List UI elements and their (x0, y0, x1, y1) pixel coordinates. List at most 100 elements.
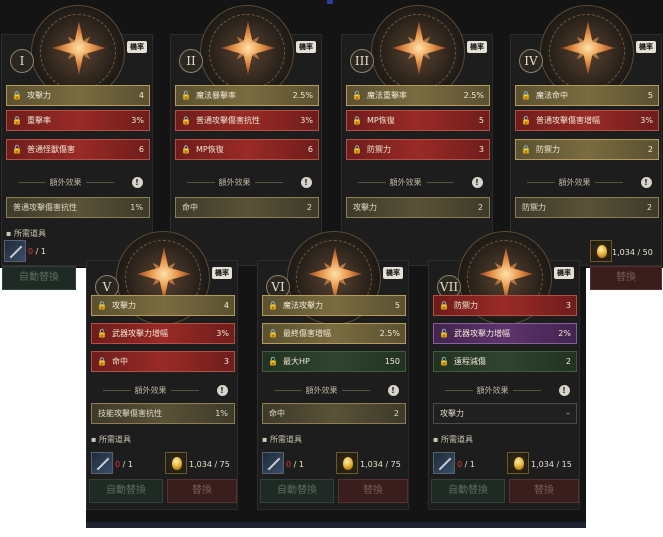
extra-effect-value: 1% (130, 203, 143, 212)
stat-row[interactable]: 🔓 魔法暴擊率 2.5% (175, 85, 319, 106)
lock-icon[interactable]: 🔒 (521, 145, 531, 154)
stat-value: 2.5% (463, 91, 484, 100)
dagger-icon (267, 457, 281, 471)
stat-value: 2 (565, 357, 571, 366)
exclamation-icon[interactable]: ! (387, 385, 399, 396)
unlock-icon[interactable]: 🔓 (268, 357, 278, 366)
lock-icon[interactable]: 🔒 (181, 116, 191, 125)
lock-icon[interactable]: 🔒 (352, 116, 362, 125)
exclamation-icon[interactable]: ! (558, 385, 570, 396)
stat-row[interactable]: 🔒 普通攻擊傷害抗性 3% (175, 110, 319, 131)
lock-icon[interactable]: 🔒 (439, 301, 449, 310)
replace-button[interactable]: 替換 (590, 266, 662, 290)
material-item-slot[interactable] (433, 452, 455, 474)
extra-effect-value: 2 (306, 203, 312, 212)
unlock-icon[interactable]: 🔓 (12, 145, 22, 154)
dagger-icon (9, 245, 23, 259)
stat-name: 最大HP (283, 357, 310, 366)
auto-replace-button[interactable]: 自動替換 (431, 479, 505, 503)
extra-effect-header: 額外效果! (2, 177, 154, 188)
gold-coin-slot[interactable] (507, 452, 529, 474)
probability-badge[interactable]: 機率 (212, 267, 232, 279)
stat-row[interactable]: 🔒 魔法命中 5 (515, 85, 659, 106)
required-items-text: 所需道具 (98, 435, 131, 444)
stat-value: 3% (216, 329, 229, 338)
stat-row[interactable]: 🔒 最終傷害增幅 2.5% (262, 323, 406, 344)
material-item-slot[interactable] (4, 240, 26, 262)
unlock-icon[interactable]: 🔓 (352, 91, 362, 100)
required-items-label: ▪ 所需道具 (6, 229, 46, 238)
stat-name: 最終傷害增幅 (283, 329, 331, 338)
unlock-icon[interactable]: 🔓 (181, 91, 191, 100)
stat-row[interactable]: 🔒 防禦力 3 (433, 295, 577, 316)
stat-row[interactable]: 🔒 魔法攻擊力 5 (262, 295, 406, 316)
exclamation-icon[interactable]: ! (300, 177, 312, 188)
unlock-icon[interactable]: 🔓 (521, 116, 531, 125)
stat-row[interactable]: 🔒 重擊率 3% (6, 110, 150, 131)
stat-row[interactable]: 🔒 攻擊力 4 (6, 85, 150, 106)
required-items-text: 所需道具 (269, 435, 302, 444)
exclamation-icon[interactable]: ! (216, 385, 228, 396)
extra-effect-header: 額外效果! (342, 177, 494, 188)
stat-row[interactable]: 🔓 普通怪獸傷害 6 (6, 139, 150, 160)
stat-row[interactable]: 🔓 普通攻擊傷害增幅 3% (515, 110, 659, 131)
gold-coin-slot[interactable] (336, 452, 358, 474)
exclamation-icon[interactable]: ! (640, 177, 652, 188)
replace-button[interactable]: 替換 (167, 479, 237, 503)
unlock-icon[interactable]: 🔓 (97, 329, 107, 338)
probability-badge[interactable]: 機率 (636, 41, 656, 53)
unlock-icon[interactable]: 🔓 (439, 357, 449, 366)
stat-row[interactable]: 🔒 防禦力 3 (346, 139, 490, 160)
extra-effect-row: 普通攻擊傷害抗性 1% (6, 197, 150, 218)
lock-icon[interactable]: 🔒 (12, 91, 22, 100)
stat-row[interactable]: 🔒 MP恢復 5 (346, 110, 490, 131)
extra-effect-title: 額外效果 (49, 178, 82, 187)
gold-coin-slot[interactable] (590, 240, 612, 262)
probability-badge[interactable]: 機率 (554, 267, 574, 279)
auto-replace-button[interactable]: 自動替換 (2, 266, 76, 290)
stat-row[interactable]: 🔓 遠程減傷 2 (433, 351, 577, 372)
stat-row[interactable]: 🔓 武器攻擊力增幅 2% (433, 323, 577, 344)
stat-name: 命中 (112, 357, 128, 366)
stat-row[interactable]: 🔓 武器攻擊力增幅 3% (91, 323, 235, 344)
extra-effect-value: 2 (646, 203, 652, 212)
probability-badge[interactable]: 機率 (467, 41, 487, 53)
stat-value: 4 (138, 91, 144, 100)
lock-icon[interactable]: 🔒 (97, 301, 107, 310)
unlock-icon[interactable]: 🔓 (439, 329, 449, 338)
lock-icon[interactable]: 🔒 (521, 91, 531, 100)
material-item-slot[interactable] (262, 452, 284, 474)
material-item-slot[interactable] (91, 452, 113, 474)
extra-effect-header: 額外效果! (511, 177, 663, 188)
exclamation-icon[interactable]: ! (471, 177, 483, 188)
stat-value: 5 (478, 116, 484, 125)
exclamation-icon[interactable]: ! (131, 177, 143, 188)
auto-replace-button[interactable]: 自動替換 (260, 479, 334, 503)
stat-row[interactable]: 🔒 MP恢復 6 (175, 139, 319, 160)
stat-name: MP恢復 (196, 145, 224, 154)
probability-badge[interactable]: 機率 (383, 267, 403, 279)
replace-button[interactable]: 替換 (338, 479, 408, 503)
stigma-card-1: I 機率 🔒 攻擊力 4 🔒 重擊率 3% 🔓 普通怪獸傷害 6 額外效果! 普通攻擊傷害抗… (1, 5, 154, 266)
replace-button[interactable]: 替換 (509, 479, 579, 503)
lock-icon[interactable]: 🔒 (352, 145, 362, 154)
lock-icon[interactable]: 🔒 (12, 116, 22, 125)
extra-effect-value: 2 (393, 409, 399, 418)
stat-name: 武器攻擊力增幅 (454, 329, 510, 338)
lock-icon[interactable]: 🔒 (268, 329, 278, 338)
lock-icon[interactable]: 🔒 (181, 145, 191, 154)
stat-row[interactable]: 🔒 防禦力 2 (515, 139, 659, 160)
auto-replace-button[interactable]: 自動替換 (89, 479, 163, 503)
stat-row[interactable]: 🔓 魔法重擊率 2.5% (346, 85, 490, 106)
lock-icon[interactable]: 🔒 (97, 357, 107, 366)
required-items-label: ▪ 所需道具 (433, 435, 473, 444)
stat-row[interactable]: 🔒 攻擊力 4 (91, 295, 235, 316)
lock-icon[interactable]: 🔒 (268, 301, 278, 310)
stat-row[interactable]: 🔒 命中 3 (91, 351, 235, 372)
stat-name: 普通攻擊傷害增幅 (536, 116, 600, 125)
probability-badge[interactable]: 機率 (127, 41, 147, 53)
stat-name: 武器攻擊力增幅 (112, 329, 168, 338)
probability-badge[interactable]: 機率 (296, 41, 316, 53)
gold-coin-slot[interactable] (165, 452, 187, 474)
stat-row[interactable]: 🔓 最大HP 150 (262, 351, 406, 372)
